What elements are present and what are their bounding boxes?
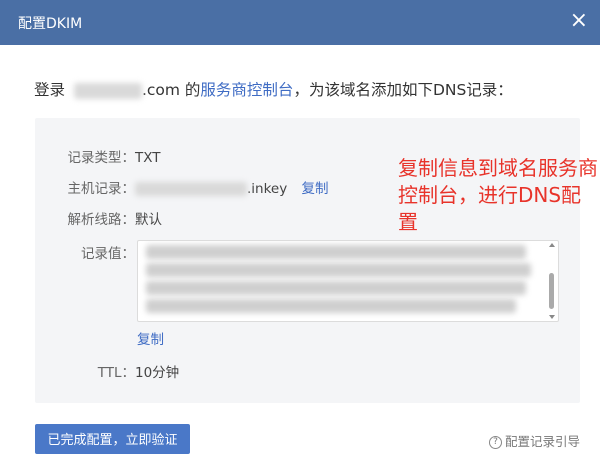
ttl-label: TTL： [97,365,135,381]
record-value-textarea[interactable] [137,240,559,322]
dialog-title: 配置DKIM [18,16,83,32]
host-record-row: 主机记录： .inkey 复制 [35,177,329,197]
copy-value-button[interactable]: 复制 [137,332,164,348]
record-type-value: TXT [135,150,161,166]
intro-text: 登录 .com 的服务商控制台，为该域名添加如下DNS记录： [34,78,513,100]
dialog-header: 配置DKIM × [0,0,600,45]
red-annotation: 复制信息到域名服务商控制台，进行DNS配置 [398,156,598,234]
help-icon: ? [488,436,502,449]
confirm-verify-button[interactable]: 已完成配置，立即验证 [35,424,190,454]
record-value-row: 记录值： [35,242,135,262]
intro-middle: 的 [179,81,201,99]
record-guide-link[interactable]: ? 配置记录引导 [488,431,580,450]
host-record-label: 主机记录： [67,181,136,197]
close-icon[interactable]: × [570,9,588,33]
intro-suffix: ，为该域名添加如下DNS记录： [293,81,513,99]
intro-prefix: 登录 [34,81,66,99]
resolution-line-label: 解析线路： [67,212,136,228]
copy-host-button[interactable]: 复制 [302,181,329,197]
record-type-label: 记录类型： [67,150,136,166]
redacted-host [135,182,247,196]
host-record-suffix: .inkey [247,181,288,197]
record-value-label: 记录值： [81,246,135,262]
record-type-row: 记录类型：TXT [35,146,161,166]
provider-console-link[interactable]: 服务商控制台 [200,81,293,99]
copy-value-row: 复制 [137,328,164,348]
redacted-value-line [146,245,526,259]
textarea-scrollbar[interactable] [548,243,556,319]
ttl-row: TTL：10分钟 [35,361,179,381]
scroll-down-icon[interactable] [549,315,555,319]
redacted-value-line [146,263,531,277]
redacted-domain [73,82,142,99]
ttl-value: 10分钟 [135,365,180,381]
redacted-value-line [146,281,526,295]
redacted-value-line [146,299,516,313]
intro-domain-suffix: .com [141,81,180,99]
scroll-thumb[interactable] [549,273,554,309]
resolution-line-value: 默认 [135,212,162,228]
resolution-line-row: 解析线路：默认 [35,208,163,228]
scroll-up-icon[interactable] [549,243,555,247]
record-guide-label: 配置记录引导 [504,434,580,449]
